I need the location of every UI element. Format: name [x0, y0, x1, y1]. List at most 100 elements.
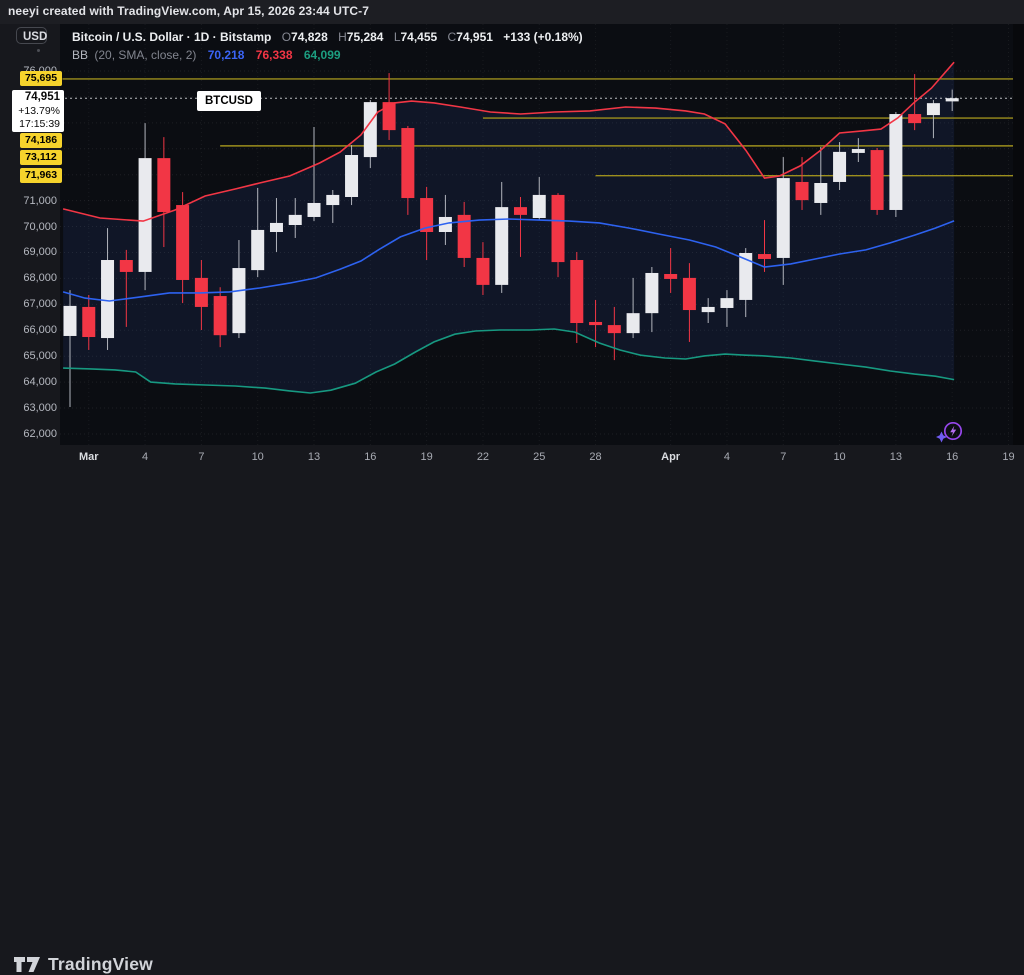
legend-indicator-row[interactable]: BB (20, SMA, close, 2) 70,218 76,338 64,… [72, 48, 583, 62]
time-tick-label: 19 [1002, 450, 1014, 464]
candle-body [476, 258, 489, 285]
candle-body [589, 322, 602, 325]
time-tick-label: 7 [780, 450, 786, 464]
candle-body [533, 195, 546, 218]
candle-body [814, 183, 827, 203]
candle-body [270, 223, 283, 232]
tradingview-logo-text: TradingView [48, 954, 153, 975]
candle-body [908, 114, 921, 123]
candle-body [683, 278, 696, 310]
price-tick-label: 62,000 [0, 428, 57, 440]
bb-upper-value: 76,338 [256, 48, 293, 62]
current-price-time: 17:15:39 [12, 118, 60, 131]
candle-body [796, 182, 809, 200]
price-tick-label: 68,000 [0, 272, 57, 284]
candle-body [664, 274, 677, 279]
legend-symbol-row[interactable]: Bitcoin / U.S. Dollar · 1D · Bitstamp O7… [72, 30, 583, 44]
indicator-name: BB [72, 48, 88, 62]
candle-body [176, 205, 189, 280]
tradingview-logo[interactable]: TradingView [14, 954, 153, 975]
ohlc-open-label: O [282, 30, 291, 44]
candle-body [101, 260, 114, 338]
candle-body [852, 149, 865, 153]
symbol-price-tag: BTCUSD [197, 91, 261, 111]
time-tick-label: 7 [198, 450, 204, 464]
ohlc-close-value: 74,951 [456, 30, 493, 44]
candle-body [946, 98, 959, 101]
price-tick-label: 71,000 [0, 195, 57, 207]
candle-body [871, 150, 884, 210]
change-value: +133 (+0.18%) [503, 30, 582, 44]
current-price-percent: +13.79% [12, 105, 60, 118]
time-tick-label: 19 [421, 450, 433, 464]
ohlc-low-value: 74,455 [401, 30, 438, 44]
current-price-label: 74,951 +13.79% 17:15:39 [12, 90, 64, 132]
time-tick-label: 16 [364, 450, 376, 464]
candle-body [82, 307, 95, 337]
time-tick-label: Mar [79, 450, 99, 464]
price-tick-label: 66,000 [0, 324, 57, 336]
candle-body [570, 260, 583, 323]
candle-body [889, 114, 902, 210]
symbol-title: Bitcoin / U.S. Dollar · 1D · Bitstamp [72, 30, 271, 44]
candle-body [627, 313, 640, 333]
candle-body [401, 128, 414, 198]
candle-body [608, 325, 621, 333]
ohlc-high-value: 75,284 [347, 30, 384, 44]
time-tick-label: 13 [890, 450, 902, 464]
price-tick-label: 63,000 [0, 402, 57, 414]
footer-bar: TradingView [0, 470, 1024, 519]
candle-body [927, 103, 940, 115]
price-tick-label: 67,000 [0, 298, 57, 310]
price-alert-pill: 73,112 [20, 150, 62, 165]
time-tick-label: 4 [142, 450, 148, 464]
time-tick-label: 13 [308, 450, 320, 464]
time-tick-label: 10 [833, 450, 845, 464]
price-alert-pill: 74,186 [20, 133, 62, 148]
candle-body [139, 158, 152, 272]
currency-toggle-button[interactable]: USD [16, 27, 47, 44]
time-tick-label: 16 [946, 450, 958, 464]
candle-body [645, 273, 658, 313]
price-alert-pill: 75,695 [20, 71, 62, 86]
boost-button[interactable] [932, 418, 966, 446]
candle-body [157, 158, 170, 212]
candle-body [720, 298, 733, 308]
candle-body [232, 268, 245, 333]
ohlc-close-label: C [448, 30, 457, 44]
current-price-value: 74,951 [12, 90, 60, 105]
bb-basis-value: 70,218 [208, 48, 245, 62]
lightning-icon [950, 426, 956, 437]
ohlc-low-label: L [394, 30, 401, 44]
time-tick-label: 25 [533, 450, 545, 464]
time-tick-label: 4 [724, 450, 730, 464]
candle-body [833, 152, 846, 182]
candle-body [289, 215, 302, 225]
ohlc-high-label: H [338, 30, 347, 44]
toolbar-dot [37, 49, 40, 52]
bb-lower-value: 64,099 [304, 48, 341, 62]
right-margin [1013, 24, 1024, 445]
time-tick-label: 22 [477, 450, 489, 464]
ohlc-open-value: 74,828 [291, 30, 328, 44]
time-tick-label: Apr [661, 450, 680, 464]
price-tick-label: 70,000 [0, 221, 57, 233]
candle-body [214, 296, 227, 335]
time-tick-label: 28 [589, 450, 601, 464]
price-tick-label: 69,000 [0, 246, 57, 258]
candle-body [345, 155, 358, 197]
price-tick-label: 65,000 [0, 350, 57, 362]
chart-canvas[interactable] [0, 0, 1024, 519]
candle-body [702, 307, 715, 312]
candle-body [251, 230, 264, 270]
indicator-params: (20, SMA, close, 2) [94, 48, 196, 62]
candle-body [514, 207, 527, 215]
price-tick-label: 64,000 [0, 376, 57, 388]
chart-legend: Bitcoin / U.S. Dollar · 1D · Bitstamp O7… [72, 30, 583, 62]
candle-body [758, 254, 771, 259]
tradingview-logo-icon [14, 957, 41, 973]
time-tick-label: 10 [252, 450, 264, 464]
candle-body [552, 195, 565, 262]
candle-body [308, 203, 321, 217]
candle-body [326, 195, 339, 205]
